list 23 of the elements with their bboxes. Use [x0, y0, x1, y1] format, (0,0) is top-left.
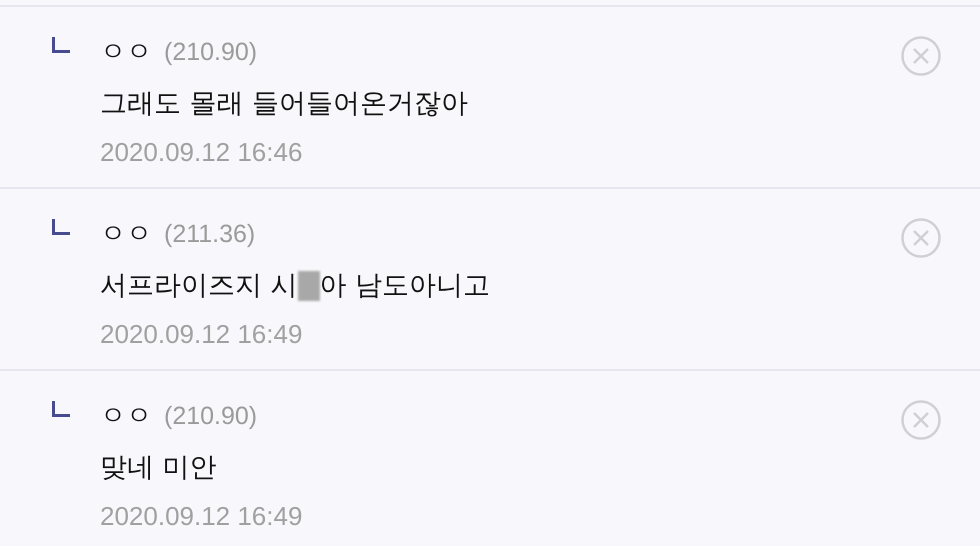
comment-text: 그래도 몰래 들어들어온거잖아 — [100, 87, 468, 121]
comment-date: 2020.09.12 16:46 — [100, 136, 304, 169]
ip-address: (210.90) — [164, 401, 258, 432]
delete-button[interactable] — [900, 399, 942, 441]
reply-arrow-icon — [52, 219, 70, 235]
delete-button[interactable] — [900, 35, 942, 77]
reply-arrow-icon — [52, 37, 70, 53]
comment-date: 2020.09.12 16:49 — [100, 500, 304, 533]
ip-address: (210.90) — [164, 37, 258, 68]
comment-text: 서프라이즈지 시 — [100, 269, 298, 303]
censor-block — [298, 271, 320, 301]
comment-text: 아 남도아니고 — [320, 269, 490, 303]
close-icon — [900, 217, 942, 259]
comment-date: 2020.09.12 16:49 — [100, 318, 304, 351]
comment-text: 맞네 미안 — [100, 451, 217, 485]
close-icon — [900, 35, 942, 77]
author-name: ㅇㅇ — [100, 218, 152, 251]
author-name: ㅇㅇ — [100, 400, 152, 433]
ip-address: (211.36) — [164, 219, 256, 250]
delete-button[interactable] — [900, 217, 942, 259]
close-icon — [900, 399, 942, 441]
reply-arrow-icon — [52, 401, 70, 417]
author-name: ㅇㅇ — [100, 36, 152, 69]
